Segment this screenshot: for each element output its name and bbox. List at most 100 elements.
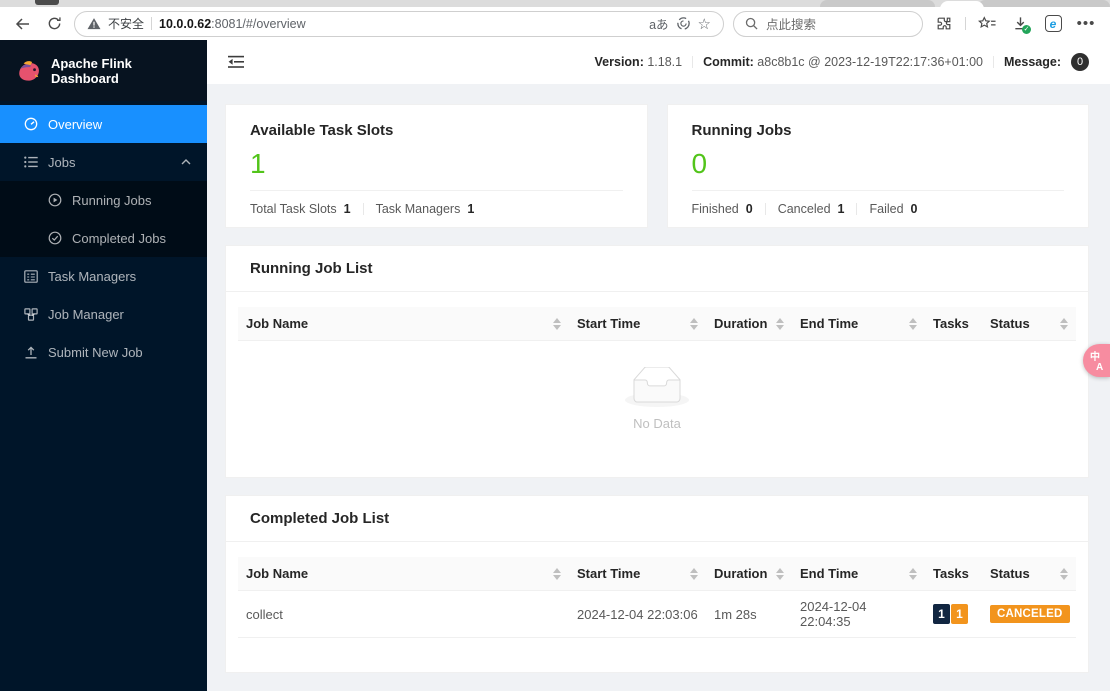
message-label: Message: (1004, 55, 1061, 69)
sort-caret-icon[interactable] (684, 567, 698, 580)
column-header-end-time[interactable]: End Time (792, 557, 925, 590)
job-name-cell[interactable]: collect (238, 591, 569, 638)
active-tab-fragment[interactable] (940, 1, 984, 7)
sidebar-item-running-jobs[interactable]: Running Jobs (0, 181, 207, 219)
refresh-icon (48, 17, 61, 30)
running-jobs-card: Running Jobs 0 Finished 0 Canceled 1 Faile… (666, 104, 1089, 228)
sidebar-item-completed-jobs[interactable]: Completed Jobs (0, 219, 207, 257)
table-card-title: Running Job List (226, 246, 1088, 292)
sort-caret-icon[interactable] (903, 317, 917, 330)
duration-cell: 1m 28s (706, 591, 792, 638)
sidebar: Apache Flink Dashboard Overview Jobs Run… (0, 40, 207, 691)
read-aloud-swirl-icon[interactable] (676, 16, 691, 31)
header-divider (692, 56, 694, 68)
extensions-button[interactable] (932, 12, 956, 36)
version-value: 1.18.1 (647, 55, 683, 69)
table-bottom-spacer (238, 638, 1076, 672)
security-label[interactable]: 不安全 (108, 15, 144, 32)
sort-caret-icon[interactable] (547, 567, 561, 580)
column-header-start-time[interactable]: Start Time (569, 307, 706, 340)
translate-en-glyph: A (1096, 362, 1104, 373)
sort-caret-icon[interactable] (770, 567, 784, 580)
inactive-tab-fragment[interactable] (978, 0, 1110, 7)
message-count-badge[interactable]: 0 (1071, 53, 1089, 71)
sort-caret-icon[interactable] (547, 317, 561, 330)
favorite-star-icon[interactable]: ☆ (698, 15, 711, 33)
more-menu-button[interactable]: ••• (1074, 12, 1098, 36)
column-header-job-name[interactable]: Job Name (238, 557, 569, 590)
sidebar-menu: Overview Jobs Running Jobs Completed Job… (0, 101, 207, 371)
favorites-list-star-icon (978, 16, 996, 28)
sort-caret-icon[interactable] (1054, 567, 1068, 580)
url-text[interactable]: 10.0.0.62:8081/#/overview (159, 17, 306, 31)
page-body: Available Task Slots 1 Total Task Slots 1… (207, 84, 1110, 673)
version-info: Version: 1.18.1 Commit: a8c8b1c @ 2023-1… (595, 53, 1089, 71)
table-row[interactable]: collect 2024-12-04 22:03:06 1m 28s 2024-… (238, 591, 1076, 638)
sidebar-item-task-managers[interactable]: Task Managers (0, 257, 207, 295)
column-header-end-time[interactable]: End Time (792, 307, 925, 340)
version-group: Version: 1.18.1 (595, 55, 683, 69)
sidebar-item-label: Overview (48, 116, 103, 132)
sidebar-logo-header[interactable]: Apache Flink Dashboard (0, 40, 207, 101)
translate-floating-button[interactable]: 中 A (1083, 344, 1110, 377)
address-bar[interactable]: 不安全 10.0.0.62:8081/#/overview aあ ☆ (74, 10, 724, 37)
sidebar-item-jobs[interactable]: Jobs (0, 143, 207, 181)
browser-tab-strip[interactable] (0, 0, 1110, 7)
inactive-tab-fragment[interactable] (820, 0, 935, 7)
sidebar-item-label: Submit New Job (48, 344, 143, 360)
no-data-text: No Data (633, 416, 681, 431)
column-label: Job Name (246, 316, 309, 331)
downloads-button[interactable]: ✓ (1008, 12, 1032, 36)
available-task-slots-card: Available Task Slots 1 Total Task Slots 1… (225, 104, 648, 228)
search-box[interactable]: 点此搜索 (733, 10, 923, 37)
translate-icon[interactable]: aあ (649, 14, 668, 33)
commit-group: Commit: a8c8b1c @ 2023-12-19T22:17:36+01… (703, 55, 983, 69)
column-header-status[interactable]: Status (982, 557, 1076, 590)
card-title: Available Task Slots (250, 122, 394, 139)
browser-extension-e-button[interactable]: e (1041, 12, 1065, 36)
check-circle-icon (48, 231, 62, 245)
card-footer-stats: Finished 0 Canceled 1 Failed 0 (692, 202, 1065, 216)
stat-value: 1 (467, 202, 475, 217)
sidebar-item-submit-new-job[interactable]: Submit New Job (0, 333, 207, 371)
stat-item: Total Task Slots 1 (250, 202, 351, 216)
refresh-button[interactable] (43, 13, 65, 35)
stat-item: Task Managers 1 (376, 202, 475, 216)
sort-caret-icon[interactable] (903, 567, 917, 580)
sidebar-item-label: Task Managers (48, 268, 137, 284)
empty-state: No Data (238, 341, 1076, 477)
sort-caret-icon[interactable] (770, 317, 784, 330)
stats-row: Available Task Slots 1 Total Task Slots 1… (225, 104, 1089, 228)
back-button[interactable] (12, 13, 34, 35)
sidebar-item-job-manager[interactable]: Job Manager (0, 295, 207, 333)
stat-value: 0 (745, 202, 753, 217)
flink-dashboard-app: Apache Flink Dashboard Overview Jobs Run… (0, 40, 1110, 691)
commit-value: a8c8b1c @ 2023-12-19T22:17:36+01:00 (757, 55, 984, 69)
column-header-start-time[interactable]: Start Time (569, 557, 706, 590)
column-label: End Time (800, 566, 859, 581)
sidebar-item-overview[interactable]: Overview (0, 105, 207, 143)
stat-divider (362, 203, 364, 216)
table-header-row: Job Name Start Time Duration End Time Ta… (238, 557, 1076, 591)
column-header-duration[interactable]: Duration (706, 307, 792, 340)
flink-squirrel-logo-icon (19, 60, 39, 81)
column-header-job-name[interactable]: Job Name (238, 307, 569, 340)
start-time-cell: 2024-12-04 22:03:06 (569, 591, 706, 638)
column-label: End Time (800, 316, 859, 331)
sort-caret-icon[interactable] (684, 317, 698, 330)
column-header-tasks: Tasks (925, 557, 982, 590)
stat-value: 1 (343, 202, 351, 217)
table-card-title: Completed Job List (226, 496, 1088, 542)
sort-caret-icon[interactable] (1054, 317, 1068, 330)
column-header-status[interactable]: Status (982, 307, 1076, 340)
column-label: Duration (714, 566, 768, 581)
favorites-bar-button[interactable] (975, 12, 999, 36)
column-label: Duration (714, 316, 768, 331)
menu-fold-icon (228, 55, 244, 68)
sidebar-item-label: Jobs (48, 154, 76, 170)
sidebar-collapse-button[interactable] (226, 52, 246, 72)
tasks-cell: 1 1 (925, 591, 982, 638)
card-title: Running Jobs (691, 122, 792, 139)
stat-label: Total Task Slots (250, 202, 337, 217)
column-header-duration[interactable]: Duration (706, 557, 792, 590)
